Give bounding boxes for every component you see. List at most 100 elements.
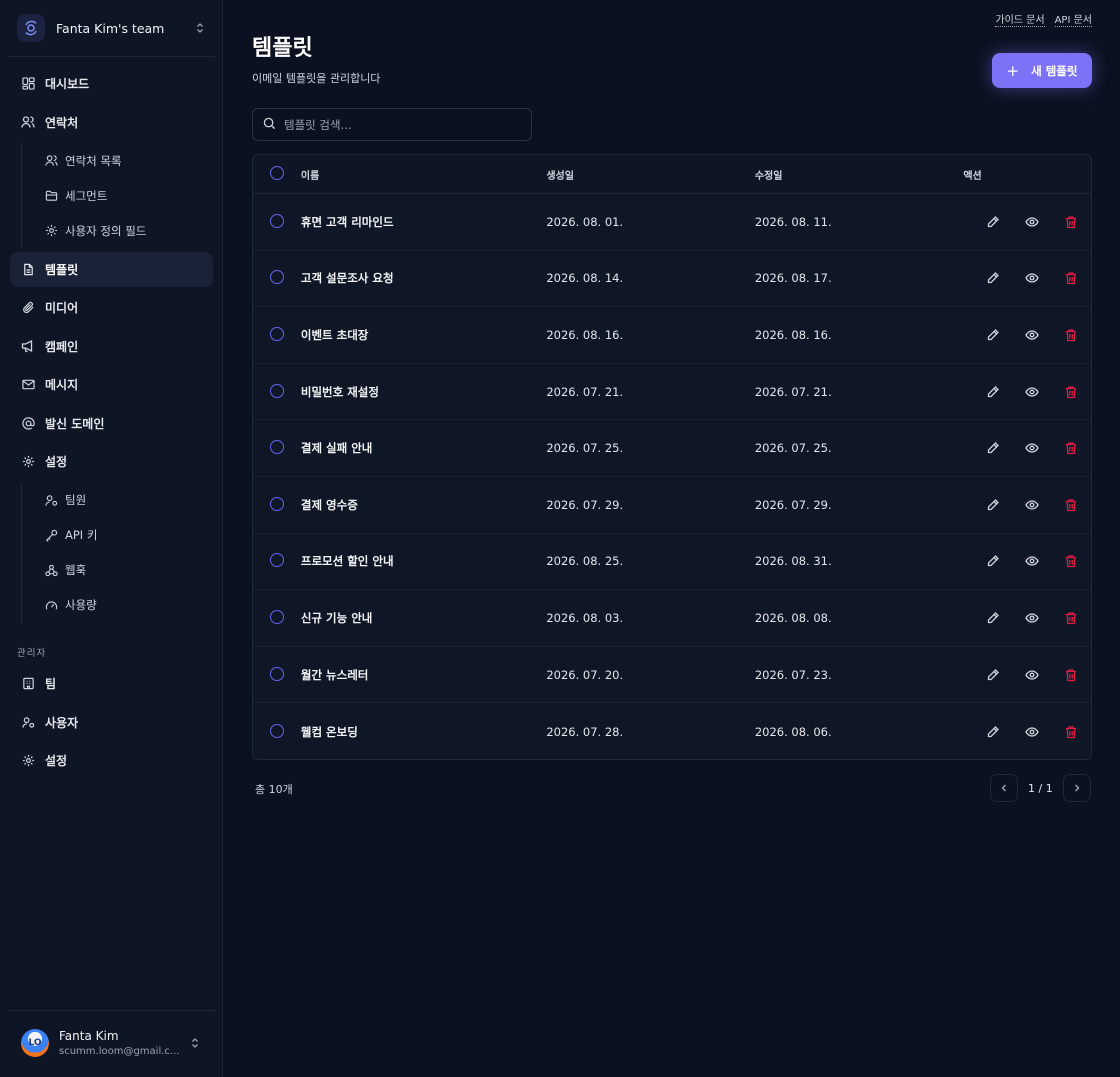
template-name[interactable]: 월간 뉴스레터	[301, 667, 546, 683]
template-name[interactable]: 이벤트 초대장	[301, 327, 546, 343]
total-count: 총 10개	[255, 783, 293, 796]
sidebar-item-api-keys[interactable]: API 키	[22, 518, 213, 553]
template-name[interactable]: 비밀번호 재설정	[301, 384, 546, 400]
delete-trash-icon[interactable]	[1063, 440, 1079, 456]
table-row[interactable]: 휴면 고객 리마인드 2026. 08. 01. 2026. 08. 11.	[253, 194, 1091, 251]
table-row[interactable]: 월간 뉴스레터 2026. 07. 20. 2026. 07. 23.	[253, 646, 1091, 704]
megaphone-icon	[21, 339, 35, 353]
sidebar-item-admin-users[interactable]: 사용자	[10, 705, 213, 740]
sidebar-item-label: 팀	[45, 677, 57, 691]
row-checkbox[interactable]	[269, 383, 284, 398]
sidebar-item-team-members[interactable]: 팀원	[22, 483, 213, 518]
sidebar-item-contact-list[interactable]: 연락처 목록	[22, 143, 213, 178]
row-checkbox[interactable]	[269, 553, 284, 568]
sidebar-item-contacts[interactable]: 연락처	[10, 105, 213, 140]
edit-icon[interactable]	[985, 214, 1001, 230]
edit-icon[interactable]	[985, 440, 1001, 456]
sidebar-item-dashboard[interactable]: 대시보드	[10, 66, 213, 101]
sidebar-item-settings[interactable]: 설정	[10, 444, 213, 479]
delete-trash-icon[interactable]	[1063, 553, 1079, 569]
template-name[interactable]: 휴면 고객 리마인드	[301, 214, 546, 230]
template-name[interactable]: 고객 설문조사 요청	[301, 270, 546, 286]
search-input[interactable]	[284, 117, 524, 132]
table-row[interactable]: 고객 설문조사 요청 2026. 08. 14. 2026. 08. 17.	[253, 250, 1091, 308]
table-row[interactable]: 프로모션 할인 안내 2026. 08. 25. 2026. 08. 31.	[253, 533, 1091, 591]
select-all-checkbox[interactable]	[269, 166, 284, 180]
template-name[interactable]: 웰컴 온보딩	[301, 724, 546, 740]
guide-docs-link[interactable]: 가이드 문서	[995, 11, 1045, 27]
edit-icon[interactable]	[985, 384, 1001, 400]
templates-table: 이름 생성일 수정일 액션 휴면 고객 리마인드 2026. 08. 01. 2…	[252, 154, 1092, 760]
preview-eye-icon[interactable]	[1024, 610, 1040, 626]
sidebar-item-sender-domains[interactable]: 발신 도메인	[10, 406, 213, 441]
preview-eye-icon[interactable]	[1024, 553, 1040, 569]
updated-date: 2026. 08. 16.	[754, 327, 832, 342]
sidebar-item-campaigns[interactable]: 캠페인	[10, 329, 213, 364]
gauge-icon	[45, 599, 58, 612]
sidebar-item-messages[interactable]: 메시지	[10, 367, 213, 402]
row-checkbox[interactable]	[269, 440, 284, 455]
table-row[interactable]: 이벤트 초대장 2026. 08. 16. 2026. 08. 16.	[253, 307, 1091, 364]
team-switcher[interactable]: Fanta Kim's team	[8, 8, 215, 48]
edit-icon[interactable]	[985, 610, 1001, 626]
preview-eye-icon[interactable]	[1024, 270, 1040, 286]
user-menu[interactable]: LO Fanta Kim scumm.loom@gmail.c...	[10, 1020, 213, 1066]
column-header-updated[interactable]: 수정일	[755, 167, 964, 182]
sidebar-item-segments[interactable]: 세그먼트	[22, 178, 213, 213]
sidebar-item-custom-fields[interactable]: 사용자 정의 필드	[22, 213, 213, 248]
column-header-name[interactable]: 이름	[301, 167, 546, 182]
row-checkbox[interactable]	[269, 666, 284, 681]
edit-icon[interactable]	[985, 667, 1001, 683]
next-page-button[interactable]	[1062, 774, 1091, 802]
delete-trash-icon[interactable]	[1063, 327, 1079, 343]
preview-eye-icon[interactable]	[1024, 497, 1040, 513]
delete-trash-icon[interactable]	[1063, 214, 1079, 230]
edit-icon[interactable]	[985, 497, 1001, 513]
table-row[interactable]: 웰컴 온보딩 2026. 07. 28. 2026. 08. 06.	[253, 703, 1091, 759]
row-checkbox[interactable]	[269, 213, 284, 228]
settings-subnav: 팀원 API 키 웹훅 사용량	[21, 482, 213, 623]
created-date: 2026. 07. 21.	[546, 384, 624, 399]
row-checkbox[interactable]	[269, 496, 284, 511]
table-row[interactable]: 비밀번호 재설정 2026. 07. 21. 2026. 07. 21.	[253, 363, 1091, 421]
preview-eye-icon[interactable]	[1024, 724, 1040, 740]
delete-trash-icon[interactable]	[1063, 667, 1079, 683]
preview-eye-icon[interactable]	[1024, 214, 1040, 230]
table-row[interactable]: 신규 기능 안내 2026. 08. 03. 2026. 08. 08.	[253, 590, 1091, 647]
table-row[interactable]: 결제 실패 안내 2026. 07. 25. 2026. 07. 25.	[253, 420, 1091, 477]
edit-icon[interactable]	[985, 327, 1001, 343]
delete-trash-icon[interactable]	[1063, 724, 1079, 740]
delete-trash-icon[interactable]	[1063, 270, 1079, 286]
created-date: 2026. 08. 03.	[546, 610, 624, 625]
sidebar-item-usage[interactable]: 사용량	[22, 588, 213, 623]
row-checkbox[interactable]	[269, 723, 284, 738]
row-checkbox[interactable]	[269, 609, 284, 624]
template-name[interactable]: 신규 기능 안내	[301, 610, 546, 626]
template-name[interactable]: 결제 실패 안내	[301, 440, 546, 456]
table-row[interactable]: 결제 영수증 2026. 07. 29. 2026. 07. 29.	[253, 476, 1091, 534]
sidebar-item-templates[interactable]: 템플릿	[10, 251, 213, 287]
sidebar-item-admin-teams[interactable]: 팀	[10, 666, 213, 701]
preview-eye-icon[interactable]	[1024, 327, 1040, 343]
delete-trash-icon[interactable]	[1063, 610, 1079, 626]
prev-page-button[interactable]	[990, 774, 1018, 802]
template-name[interactable]: 프로모션 할인 안내	[301, 553, 546, 569]
template-name[interactable]: 결제 영수증	[301, 497, 546, 513]
edit-icon[interactable]	[985, 724, 1001, 740]
sidebar-item-admin-settings[interactable]: 설정	[10, 743, 213, 778]
preview-eye-icon[interactable]	[1024, 384, 1040, 400]
sidebar-item-media[interactable]: 미디어	[10, 290, 213, 325]
row-checkbox[interactable]	[269, 270, 284, 285]
doc-links: 가이드 문서 API 문서	[995, 11, 1092, 27]
new-template-button[interactable]: + 새 템플릿	[992, 53, 1092, 88]
delete-trash-icon[interactable]	[1063, 497, 1079, 513]
preview-eye-icon[interactable]	[1024, 440, 1040, 456]
edit-icon[interactable]	[985, 270, 1001, 286]
api-docs-link[interactable]: API 문서	[1054, 11, 1092, 27]
sidebar-item-webhooks[interactable]: 웹훅	[22, 553, 213, 588]
preview-eye-icon[interactable]	[1024, 667, 1040, 683]
edit-icon[interactable]	[985, 553, 1001, 569]
column-header-created[interactable]: 생성일	[546, 167, 755, 182]
row-checkbox[interactable]	[269, 326, 284, 341]
delete-trash-icon[interactable]	[1063, 384, 1079, 400]
